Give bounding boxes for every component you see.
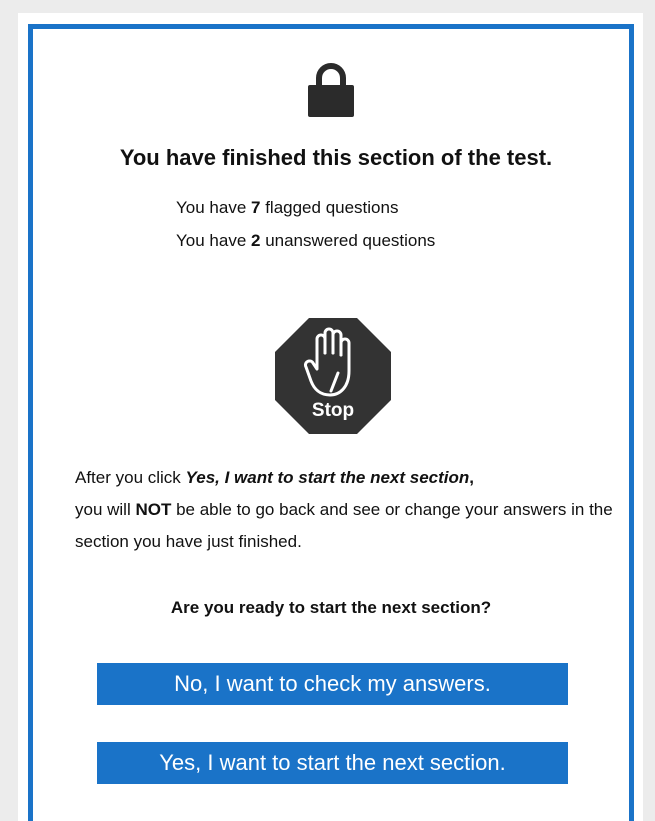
ready-question: Are you ready to start the next section?	[170, 598, 492, 617]
unanswered-prefix: You have	[176, 231, 251, 250]
unanswered-suffix: unanswered questions	[260, 231, 436, 250]
flagged-suffix: flagged questions	[260, 198, 399, 217]
check-answers-button[interactable]: No, I want to check my answers.	[97, 663, 568, 705]
warning-part2: ,	[469, 468, 474, 487]
section-finished-title: You have finished this section of the te…	[119, 145, 553, 170]
page: You have finished this section of the te…	[0, 0, 655, 821]
unanswered-questions-text: You have 2 unanswered questions	[176, 231, 435, 251]
flagged-prefix: You have	[176, 198, 251, 217]
warning-part3: you will	[75, 500, 136, 519]
flagged-questions-text: You have 7 flagged questions	[176, 198, 398, 218]
warning-not: NOT	[135, 500, 172, 519]
lock-icon	[308, 63, 354, 117]
warning-text: After you click Yes, I want to start the…	[75, 462, 615, 558]
stop-label: Stop	[311, 400, 355, 421]
start-next-section-button[interactable]: Yes, I want to start the next section.	[97, 742, 568, 784]
warning-part1: After you click	[75, 468, 186, 487]
warning-emphasis: Yes, I want to start the next section	[185, 468, 470, 487]
